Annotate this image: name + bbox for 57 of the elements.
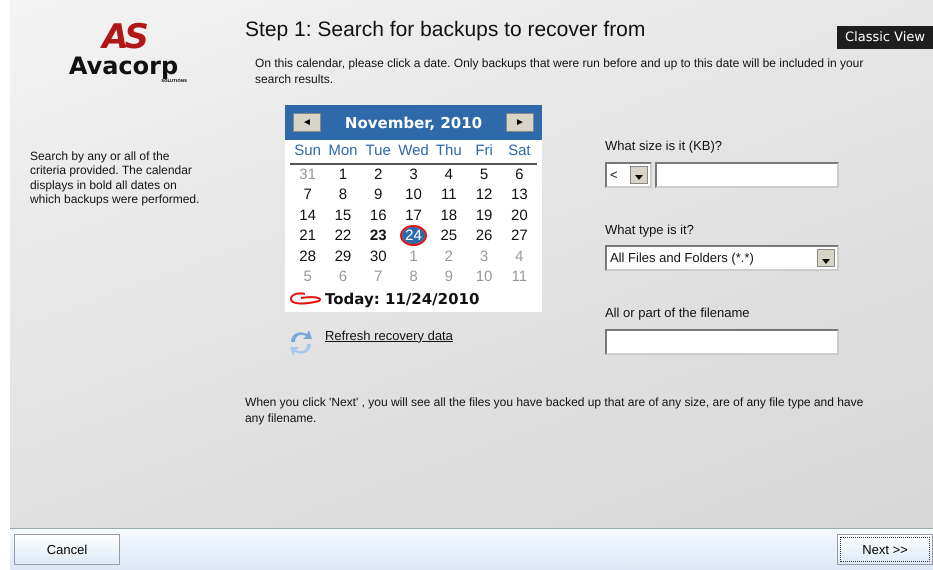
weekday-label: Fri: [474, 141, 494, 162]
calendar-day[interactable]: 23: [370, 227, 387, 244]
instruction-text: On this calendar, please click a date. Only backups that were run before and up to this date will be included in your search results.: [255, 56, 864, 88]
calendar-day[interactable]: 20: [511, 206, 528, 224]
calendar-day[interactable]: 26: [476, 227, 492, 244]
calendar-day[interactable]: 30: [370, 248, 387, 265]
weekday-label: Sat: [507, 141, 532, 162]
calendar-day[interactable]: 28: [299, 248, 316, 265]
calendar-day[interactable]: 1: [338, 166, 348, 183]
calendar-day[interactable]: 5: [480, 166, 488, 183]
calendar-day[interactable]: 25: [440, 227, 458, 244]
calendar-day[interactable]: 13: [511, 186, 528, 204]
today-link[interactable]: Today: 11/24/2010: [325, 290, 480, 308]
calendar-day[interactable]: 19: [476, 206, 492, 224]
calendar-day[interactable]: 12: [476, 186, 492, 204]
weekday-label: Tue: [364, 141, 392, 162]
next-button[interactable]: Next >>: [837, 534, 933, 566]
calendar-day[interactable]: 14: [299, 206, 316, 224]
weekday-label: Sun: [293, 141, 322, 162]
refresh-link[interactable]: Refresh recovery data: [325, 326, 453, 346]
calendar-day[interactable]: 18: [440, 206, 458, 224]
calendar-day[interactable]: 22: [334, 227, 352, 244]
filename-input[interactable]: [605, 328, 839, 354]
calendar-day[interactable]: 9: [374, 186, 382, 204]
calendar-day[interactable]: 16: [370, 206, 387, 224]
operator-dropdown[interactable]: <: [605, 162, 652, 188]
weekday-label: Wed: [397, 141, 430, 162]
calendar-day[interactable]: 7: [303, 186, 312, 204]
help-text: Search by any or all of the criteria provided. The calendar displays in bold all dates on which backups were performed.: [30, 149, 200, 207]
calendar-day[interactable]: 24: [402, 227, 425, 244]
month-title: November, 2010: [344, 114, 482, 132]
weekday-label: Thu: [434, 141, 463, 162]
calendar-day[interactable]: 15: [334, 206, 352, 224]
cancel-button[interactable]: Cancel: [14, 534, 120, 566]
calendar-day[interactable]: 6: [515, 166, 524, 183]
weekday-label: Mon: [327, 141, 359, 162]
field-label: All or part of the filename: [605, 304, 750, 322]
calendar-day[interactable]: 10: [405, 186, 422, 204]
type-dropdown[interactable]: All Files and Folders (*.*): [605, 245, 839, 271]
calendar-day[interactable]: 17: [405, 206, 422, 224]
summary-text: When you click 'Next' , you will see all the files you have backed up that are of any size, are of any file type and have any filename.: [245, 394, 864, 426]
next-month-button[interactable]: ►: [506, 113, 534, 132]
calendar-day[interactable]: 11: [440, 186, 457, 204]
previous-month-button[interactable]: ◄: [293, 113, 321, 132]
page-title: Step 1: Search for backups to recover from: [245, 18, 646, 42]
calendar-day[interactable]: 4: [444, 166, 453, 183]
classic-view-button[interactable]: Classic View: [837, 26, 933, 49]
annotation-scribble: [289, 292, 323, 306]
field-label: What size is it (KB)?: [605, 137, 722, 155]
calendar-day[interactable]: 21: [299, 227, 316, 244]
size-input[interactable]: [655, 162, 839, 188]
field-label: What type is it?: [605, 220, 694, 239]
calendar-day[interactable]: 3: [409, 166, 418, 183]
calendar-day[interactable]: 27: [511, 227, 528, 244]
calendar-day[interactable]: 8: [338, 186, 348, 204]
calendar-day[interactable]: 2: [374, 166, 382, 183]
calendar-day[interactable]: 29: [334, 248, 352, 265]
